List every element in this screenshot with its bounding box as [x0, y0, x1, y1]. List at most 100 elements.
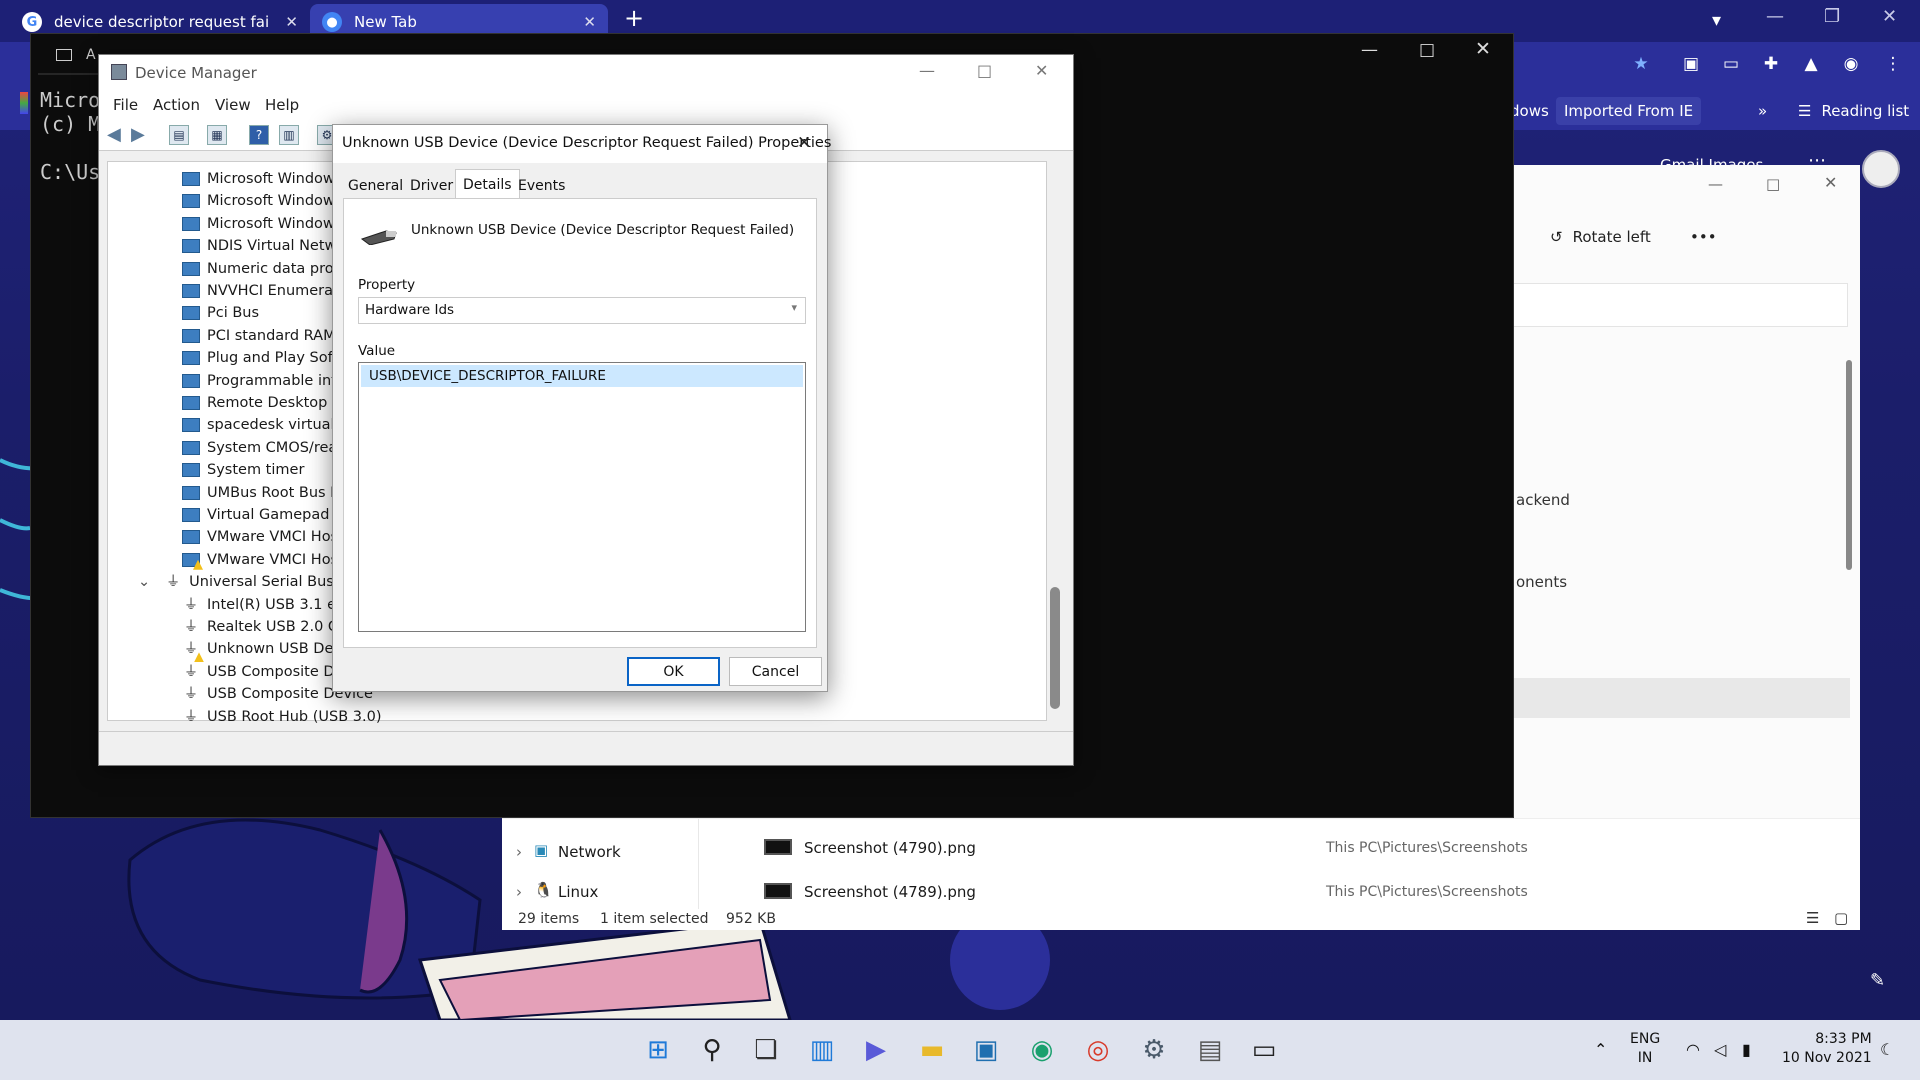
selected-row[interactable]: [1510, 678, 1850, 718]
show-hide-tree-icon[interactable]: ▤: [169, 125, 189, 145]
usb-device-item[interactable]: ⏚ USB Composite De: [182, 661, 343, 683]
more-options-icon[interactable]: •••: [1690, 228, 1717, 246]
usb-device-item[interactable]: ⏚ Realtek USB 2.0 Car: [182, 616, 353, 638]
bookmark-star-icon[interactable]: ★: [1630, 54, 1652, 76]
terminal-taskbar-icon[interactable]: ▭: [1246, 1034, 1282, 1066]
help-icon[interactable]: ?: [249, 125, 269, 145]
search-icon[interactable]: ⚲: [694, 1034, 730, 1066]
usb-device-item[interactable]: ⏚ Intel(R) USB 3.1 eXt: [182, 594, 352, 616]
tree-item[interactable]: Remote Desktop D: [182, 392, 343, 414]
close-icon[interactable]: ✕: [1824, 173, 1837, 192]
start-icon[interactable]: ⊞: [640, 1034, 676, 1066]
clock[interactable]: 8:33 PM 10 Nov 2021: [1782, 1030, 1872, 1068]
properties-icon[interactable]: ▦: [207, 125, 227, 145]
wifi-icon[interactable]: ◠: [1686, 1040, 1700, 1059]
file-name[interactable]: Screenshot (4790).png: [804, 839, 976, 857]
menu-file[interactable]: File: [113, 96, 138, 114]
rotate-left-button[interactable]: ↺ Rotate left: [1550, 228, 1651, 246]
tree-item[interactable]: NDIS Virtual Netwo: [182, 235, 345, 257]
property-dropdown[interactable]: Hardware Ids ▾: [358, 297, 806, 324]
tab-events[interactable]: Events: [511, 174, 572, 198]
tree-item[interactable]: Microsoft Windows: [182, 190, 342, 212]
settings-icon[interactable]: ⚙: [1136, 1034, 1172, 1066]
tiles-view-icon[interactable]: ▢: [1834, 909, 1848, 927]
minimize-icon[interactable]: —: [919, 61, 935, 80]
new-tab-icon[interactable]: +: [624, 4, 644, 32]
minimize-icon[interactable]: —: [1361, 40, 1378, 60]
restore-icon[interactable]: ❐: [1824, 6, 1840, 27]
input-language[interactable]: ENG IN: [1630, 1030, 1660, 1068]
maximize-icon[interactable]: □: [1766, 175, 1780, 193]
show-hidden-icons-icon[interactable]: ⌃: [1594, 1040, 1607, 1059]
tree-item[interactable]: System timer: [182, 459, 304, 481]
minimize-icon[interactable]: —: [1766, 6, 1784, 27]
cancel-button[interactable]: Cancel: [729, 657, 822, 686]
tab-general[interactable]: General: [341, 174, 410, 198]
usb-device-item[interactable]: ⏚ USB Root Hub (USB 3.0): [182, 706, 382, 728]
tab-details[interactable]: Details: [455, 169, 520, 199]
labs-icon[interactable]: ▲: [1800, 54, 1822, 76]
scrollbar[interactable]: [1846, 360, 1852, 570]
ok-button[interactable]: OK: [627, 657, 720, 686]
tree-item[interactable]: Virtual Gamepad Er: [182, 504, 349, 526]
back-arrow-icon[interactable]: ◀: [107, 124, 121, 145]
device-manager-taskbar-icon[interactable]: ▤: [1192, 1034, 1228, 1066]
tree-item[interactable]: Programmable inte: [182, 370, 346, 392]
close-icon[interactable]: ✕: [797, 133, 811, 153]
value-list-item[interactable]: USB\DEVICE_DESCRIPTOR_FAILURE: [361, 365, 803, 387]
battery-icon[interactable]: ▮: [1742, 1040, 1751, 1059]
tab-search-icon[interactable]: ▾: [1712, 10, 1721, 31]
widgets-icon[interactable]: ▥: [804, 1034, 840, 1066]
file-explorer-icon[interactable]: ▬: [914, 1034, 950, 1066]
tab-driver[interactable]: Driver: [403, 174, 460, 198]
maximize-icon[interactable]: □: [977, 61, 992, 80]
menu-dots-icon[interactable]: ⋮: [1882, 54, 1904, 76]
menu-view[interactable]: View: [215, 96, 251, 114]
scrollbar-thumb[interactable]: [1050, 587, 1060, 709]
details-view-icon[interactable]: ☰: [1806, 909, 1819, 927]
tree-item[interactable]: Microsoft Windows: [182, 213, 342, 235]
extension-icon[interactable]: ▣: [1680, 54, 1702, 76]
task-view-icon[interactable]: ❏: [748, 1034, 784, 1066]
volume-icon[interactable]: ◁: [1714, 1040, 1726, 1059]
notifications-icon[interactable]: ☾: [1880, 1040, 1894, 1059]
tree-item[interactable]: Microsoft Windows: [182, 168, 342, 190]
menu-action[interactable]: Action: [153, 96, 200, 114]
close-icon[interactable]: ✕: [1035, 61, 1048, 80]
value-list[interactable]: USB\DEVICE_DESCRIPTOR_FAILURE: [358, 362, 806, 632]
store-icon[interactable]: ▣: [968, 1034, 1004, 1066]
view-icon[interactable]: ▥: [279, 125, 299, 145]
chrome-icon[interactable]: ◎: [1080, 1034, 1116, 1066]
tree-item[interactable]: VMware VMCI Host: [182, 526, 344, 548]
menu-help[interactable]: Help: [265, 96, 299, 114]
close-tab-icon[interactable]: ✕: [285, 13, 298, 31]
nav-network[interactable]: Network: [558, 843, 621, 861]
bookmarks-overflow[interactable]: »: [1750, 97, 1775, 125]
tree-item[interactable]: Numeric data proc: [182, 258, 342, 280]
tree-item[interactable]: System CMOS/real: [182, 437, 341, 459]
profile-icon[interactable]: ◉: [1840, 54, 1862, 76]
picture-in-picture-icon[interactable]: ▭: [1720, 54, 1742, 76]
tree-item[interactable]: VMware VMCI Host: [182, 549, 344, 571]
edge-dev-icon[interactable]: ◉: [1024, 1034, 1060, 1066]
tree-item[interactable]: PCI standard RAM C: [182, 325, 350, 347]
maximize-icon[interactable]: □: [1419, 40, 1435, 60]
tree-category-usb[interactable]: ⌄ ⏚ Universal Serial Bus co: [138, 571, 355, 593]
close-tab-icon[interactable]: ✕: [583, 13, 596, 31]
photos-search-box[interactable]: [1510, 283, 1848, 327]
tree-item[interactable]: NVVHCI Enumerato: [182, 280, 348, 302]
expand-chevron-icon[interactable]: ›: [516, 843, 522, 861]
forward-arrow-icon[interactable]: ▶: [131, 124, 145, 145]
close-icon[interactable]: ✕: [1475, 38, 1491, 60]
chat-icon[interactable]: ▶: [858, 1034, 894, 1066]
tree-item[interactable]: UMBus Root Bus E: [182, 482, 339, 504]
nav-linux[interactable]: Linux: [558, 883, 598, 901]
tree-item[interactable]: spacedesk virtual B: [182, 414, 349, 436]
bookmark-imported-from-ie[interactable]: Imported From IE: [1556, 97, 1702, 125]
tree-item[interactable]: Plug and Play Softv: [182, 347, 347, 369]
reading-list-button[interactable]: ☰ Reading list: [1790, 97, 1917, 125]
minimize-icon[interactable]: —: [1708, 175, 1723, 193]
file-name[interactable]: Screenshot (4789).png: [804, 883, 976, 901]
pen-icon[interactable]: ✎: [1870, 970, 1885, 991]
collapse-chevron-icon[interactable]: ⌄: [138, 574, 150, 590]
